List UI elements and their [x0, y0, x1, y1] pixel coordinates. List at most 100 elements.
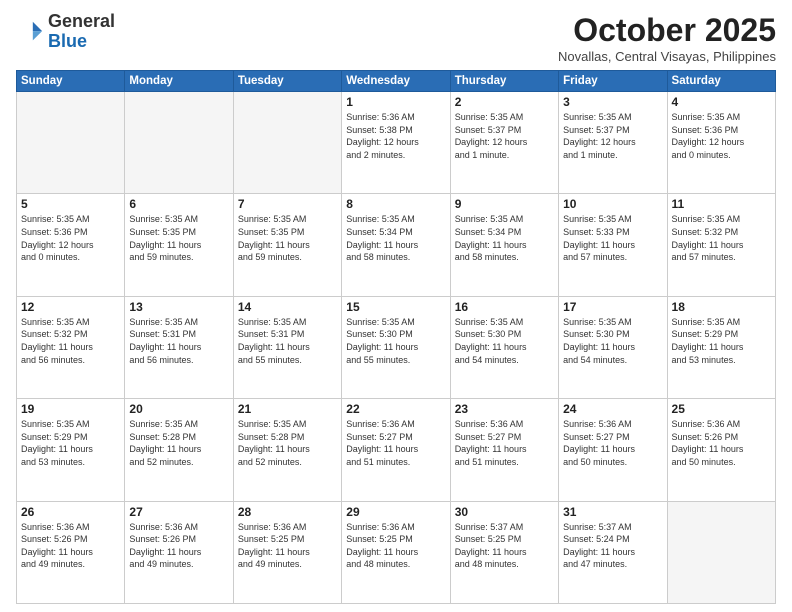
day-info: Sunrise: 5:36 AM Sunset: 5:25 PM Dayligh…: [238, 521, 337, 571]
logo-text: General Blue: [48, 12, 115, 52]
day-info: Sunrise: 5:35 AM Sunset: 5:32 PM Dayligh…: [21, 316, 120, 366]
calendar-cell: 3 Sunrise: 5:35 AM Sunset: 5:37 PM Daylig…: [559, 92, 667, 194]
day-number: 3: [563, 95, 662, 109]
day-info: Sunrise: 5:35 AM Sunset: 5:29 PM Dayligh…: [21, 418, 120, 468]
day-number: 5: [21, 197, 120, 211]
calendar-cell: 30Sunrise: 5:37 AM Sunset: 5:25 PM Dayli…: [450, 501, 558, 603]
col-monday: Monday: [125, 71, 233, 92]
calendar-cell: 14Sunrise: 5:35 AM Sunset: 5:31 PM Dayli…: [233, 296, 341, 398]
day-info: Sunrise: 5:36 AM Sunset: 5:38 PM Dayligh…: [346, 111, 445, 161]
day-info: Sunrise: 5:35 AM Sunset: 5:30 PM Dayligh…: [455, 316, 554, 366]
day-number: 23: [455, 402, 554, 416]
calendar-cell: 8 Sunrise: 5:35 AM Sunset: 5:34 PM Daylig…: [342, 194, 450, 296]
day-number: 27: [129, 505, 228, 519]
day-number: 16: [455, 300, 554, 314]
logo: General Blue: [16, 12, 115, 52]
calendar-cell: 9 Sunrise: 5:35 AM Sunset: 5:34 PM Daylig…: [450, 194, 558, 296]
calendar-cell: 16 Sunrise: 5:35 AM Sunset: 5:30 PM Dayli…: [450, 296, 558, 398]
calendar-cell: 4 Sunrise: 5:35 AM Sunset: 5:36 PM Daylig…: [667, 92, 775, 194]
col-thursday: Thursday: [450, 71, 558, 92]
day-info: Sunrise: 5:35 AM Sunset: 5:36 PM Dayligh…: [672, 111, 771, 161]
day-number: 7: [238, 197, 337, 211]
day-info: Sunrise: 5:35 AM Sunset: 5:34 PM Dayligh…: [346, 213, 445, 263]
day-info: Sunrise: 5:37 AM Sunset: 5:24 PM Dayligh…: [563, 521, 662, 571]
day-info: Sunrise: 5:35 AM Sunset: 5:34 PM Dayligh…: [455, 213, 554, 263]
day-info: Sunrise: 5:35 AM Sunset: 5:32 PM Dayligh…: [672, 213, 771, 263]
calendar-cell: 23 Sunrise: 5:36 AM Sunset: 5:27 PM Dayli…: [450, 399, 558, 501]
day-number: 29: [346, 505, 445, 519]
title-block: October 2025 Novallas, Central Visayas, …: [558, 12, 776, 64]
calendar-cell: 18 Sunrise: 5:35 AM Sunset: 5:29 PM Dayli…: [667, 296, 775, 398]
calendar-cell: [17, 92, 125, 194]
month-title: October 2025: [558, 12, 776, 49]
logo-icon: [16, 18, 44, 46]
calendar-cell: 31Sunrise: 5:37 AM Sunset: 5:24 PM Dayli…: [559, 501, 667, 603]
calendar-cell: 6Sunrise: 5:35 AM Sunset: 5:35 PM Daylig…: [125, 194, 233, 296]
day-number: 21: [238, 402, 337, 416]
day-info: Sunrise: 5:35 AM Sunset: 5:31 PM Dayligh…: [238, 316, 337, 366]
day-info: Sunrise: 5:35 AM Sunset: 5:29 PM Dayligh…: [672, 316, 771, 366]
location: Novallas, Central Visayas, Philippines: [558, 49, 776, 64]
calendar-cell: 13Sunrise: 5:35 AM Sunset: 5:31 PM Dayli…: [125, 296, 233, 398]
day-info: Sunrise: 5:35 AM Sunset: 5:30 PM Dayligh…: [563, 316, 662, 366]
day-info: Sunrise: 5:35 AM Sunset: 5:35 PM Dayligh…: [238, 213, 337, 263]
week-row-2: 12 Sunrise: 5:35 AM Sunset: 5:32 PM Dayli…: [17, 296, 776, 398]
calendar-cell: 1 Sunrise: 5:36 AM Sunset: 5:38 PM Daylig…: [342, 92, 450, 194]
day-info: Sunrise: 5:36 AM Sunset: 5:27 PM Dayligh…: [455, 418, 554, 468]
day-info: Sunrise: 5:35 AM Sunset: 5:30 PM Dayligh…: [346, 316, 445, 366]
day-info: Sunrise: 5:37 AM Sunset: 5:25 PM Dayligh…: [455, 521, 554, 571]
day-info: Sunrise: 5:36 AM Sunset: 5:25 PM Dayligh…: [346, 521, 445, 571]
calendar-cell: 25Sunrise: 5:36 AM Sunset: 5:26 PM Dayli…: [667, 399, 775, 501]
day-info: Sunrise: 5:36 AM Sunset: 5:26 PM Dayligh…: [129, 521, 228, 571]
week-row-0: 1 Sunrise: 5:36 AM Sunset: 5:38 PM Daylig…: [17, 92, 776, 194]
calendar-cell: 27 Sunrise: 5:36 AM Sunset: 5:26 PM Dayli…: [125, 501, 233, 603]
day-info: Sunrise: 5:35 AM Sunset: 5:35 PM Dayligh…: [129, 213, 228, 263]
calendar-cell: 21Sunrise: 5:35 AM Sunset: 5:28 PM Dayli…: [233, 399, 341, 501]
day-info: Sunrise: 5:35 AM Sunset: 5:36 PM Dayligh…: [21, 213, 120, 263]
day-info: Sunrise: 5:36 AM Sunset: 5:27 PM Dayligh…: [346, 418, 445, 468]
calendar-cell: 11 Sunrise: 5:35 AM Sunset: 5:32 PM Dayli…: [667, 194, 775, 296]
calendar-cell: 24Sunrise: 5:36 AM Sunset: 5:27 PM Dayli…: [559, 399, 667, 501]
day-number: 17: [563, 300, 662, 314]
calendar-cell: 2 Sunrise: 5:35 AM Sunset: 5:37 PM Daylig…: [450, 92, 558, 194]
day-number: 26: [21, 505, 120, 519]
calendar-cell: [667, 501, 775, 603]
logo-general: General: [48, 12, 115, 32]
calendar-cell: 22 Sunrise: 5:36 AM Sunset: 5:27 PM Dayli…: [342, 399, 450, 501]
day-number: 4: [672, 95, 771, 109]
col-sunday: Sunday: [17, 71, 125, 92]
calendar-cell: 28 Sunrise: 5:36 AM Sunset: 5:25 PM Dayli…: [233, 501, 341, 603]
day-number: 18: [672, 300, 771, 314]
day-info: Sunrise: 5:35 AM Sunset: 5:37 PM Dayligh…: [563, 111, 662, 161]
col-wednesday: Wednesday: [342, 71, 450, 92]
day-info: Sunrise: 5:35 AM Sunset: 5:33 PM Dayligh…: [563, 213, 662, 263]
calendar-cell: 29 Sunrise: 5:36 AM Sunset: 5:25 PM Dayli…: [342, 501, 450, 603]
week-row-1: 5 Sunrise: 5:35 AM Sunset: 5:36 PM Daylig…: [17, 194, 776, 296]
day-number: 1: [346, 95, 445, 109]
calendar-table: Sunday Monday Tuesday Wednesday Thursday…: [16, 70, 776, 604]
day-number: 12: [21, 300, 120, 314]
day-number: 9: [455, 197, 554, 211]
day-number: 20: [129, 402, 228, 416]
calendar-cell: 20 Sunrise: 5:35 AM Sunset: 5:28 PM Dayli…: [125, 399, 233, 501]
day-number: 2: [455, 95, 554, 109]
calendar-cell: 15 Sunrise: 5:35 AM Sunset: 5:30 PM Dayli…: [342, 296, 450, 398]
day-number: 22: [346, 402, 445, 416]
calendar-cell: 26 Sunrise: 5:36 AM Sunset: 5:26 PM Dayli…: [17, 501, 125, 603]
day-info: Sunrise: 5:36 AM Sunset: 5:27 PM Dayligh…: [563, 418, 662, 468]
day-number: 25: [672, 402, 771, 416]
logo-blue: Blue: [48, 32, 115, 52]
day-info: Sunrise: 5:36 AM Sunset: 5:26 PM Dayligh…: [21, 521, 120, 571]
col-saturday: Saturday: [667, 71, 775, 92]
day-number: 11: [672, 197, 771, 211]
calendar-cell: 19Sunrise: 5:35 AM Sunset: 5:29 PM Dayli…: [17, 399, 125, 501]
day-info: Sunrise: 5:35 AM Sunset: 5:28 PM Dayligh…: [129, 418, 228, 468]
calendar-cell: [125, 92, 233, 194]
day-number: 8: [346, 197, 445, 211]
day-number: 15: [346, 300, 445, 314]
day-number: 13: [129, 300, 228, 314]
col-friday: Friday: [559, 71, 667, 92]
calendar-cell: 10Sunrise: 5:35 AM Sunset: 5:33 PM Dayli…: [559, 194, 667, 296]
day-info: Sunrise: 5:35 AM Sunset: 5:37 PM Dayligh…: [455, 111, 554, 161]
day-number: 28: [238, 505, 337, 519]
